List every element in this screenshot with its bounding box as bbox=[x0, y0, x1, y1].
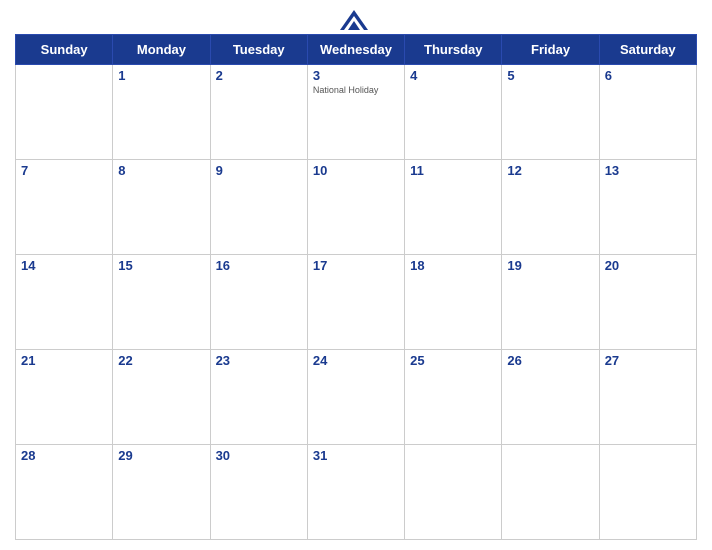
weekday-header-friday: Friday bbox=[502, 35, 599, 65]
calendar-cell bbox=[16, 65, 113, 160]
calendar-cell: 17 bbox=[307, 255, 404, 350]
day-number: 4 bbox=[410, 68, 496, 83]
day-number: 31 bbox=[313, 448, 399, 463]
logo-icon bbox=[340, 10, 368, 30]
calendar-cell: 25 bbox=[405, 350, 502, 445]
calendar-cell: 28 bbox=[16, 445, 113, 540]
day-number: 16 bbox=[216, 258, 302, 273]
weekday-header-thursday: Thursday bbox=[405, 35, 502, 65]
day-number: 29 bbox=[118, 448, 204, 463]
day-number: 30 bbox=[216, 448, 302, 463]
calendar-table: SundayMondayTuesdayWednesdayThursdayFrid… bbox=[15, 34, 697, 540]
calendar-cell: 3 National Holiday bbox=[307, 65, 404, 160]
weekday-header-monday: Monday bbox=[113, 35, 210, 65]
calendar-cell: 31 bbox=[307, 445, 404, 540]
day-number: 13 bbox=[605, 163, 691, 178]
holiday-label: National Holiday bbox=[313, 85, 399, 95]
day-number: 20 bbox=[605, 258, 691, 273]
calendar-cell bbox=[502, 445, 599, 540]
calendar-cell: 27 bbox=[599, 350, 696, 445]
day-number: 2 bbox=[216, 68, 302, 83]
day-number: 27 bbox=[605, 353, 691, 368]
calendar-cell: 2 bbox=[210, 65, 307, 160]
calendar-cell: 23 bbox=[210, 350, 307, 445]
logo bbox=[340, 10, 372, 30]
day-number: 10 bbox=[313, 163, 399, 178]
calendar-cell: 11 bbox=[405, 160, 502, 255]
day-number: 21 bbox=[21, 353, 107, 368]
day-number: 1 bbox=[118, 68, 204, 83]
calendar-cell: 30 bbox=[210, 445, 307, 540]
day-number: 6 bbox=[605, 68, 691, 83]
day-number: 26 bbox=[507, 353, 593, 368]
day-number: 18 bbox=[410, 258, 496, 273]
calendar-cell: 29 bbox=[113, 445, 210, 540]
calendar-cell: 5 bbox=[502, 65, 599, 160]
day-number: 12 bbox=[507, 163, 593, 178]
day-number: 28 bbox=[21, 448, 107, 463]
day-number: 14 bbox=[21, 258, 107, 273]
day-number: 19 bbox=[507, 258, 593, 273]
day-number: 7 bbox=[21, 163, 107, 178]
days-of-week-row: SundayMondayTuesdayWednesdayThursdayFrid… bbox=[16, 35, 697, 65]
calendar-cell: 15 bbox=[113, 255, 210, 350]
week-row-3: 14 15 16 17 18 19 20 bbox=[16, 255, 697, 350]
calendar-cell: 19 bbox=[502, 255, 599, 350]
calendar-cell: 6 bbox=[599, 65, 696, 160]
week-row-5: 28 29 30 31 bbox=[16, 445, 697, 540]
day-number: 11 bbox=[410, 163, 496, 178]
week-row-2: 789 10 11 12 13 bbox=[16, 160, 697, 255]
weekday-header-tuesday: Tuesday bbox=[210, 35, 307, 65]
calendar-cell: 13 bbox=[599, 160, 696, 255]
day-number: 17 bbox=[313, 258, 399, 273]
week-row-4: 21 22 23 24 25 26 27 bbox=[16, 350, 697, 445]
day-number: 9 bbox=[216, 163, 302, 178]
calendar-cell: 21 bbox=[16, 350, 113, 445]
calendar-cell: 10 bbox=[307, 160, 404, 255]
weekday-header-saturday: Saturday bbox=[599, 35, 696, 65]
calendar-cell: 8 bbox=[113, 160, 210, 255]
calendar-cell: 4 bbox=[405, 65, 502, 160]
calendar-cell: 1 bbox=[113, 65, 210, 160]
calendar-cell: 9 bbox=[210, 160, 307, 255]
day-number: 8 bbox=[118, 163, 204, 178]
calendar-cell: 26 bbox=[502, 350, 599, 445]
week-row-1: 123 National Holiday 456 bbox=[16, 65, 697, 160]
weekday-header-wednesday: Wednesday bbox=[307, 35, 404, 65]
calendar-cell: 16 bbox=[210, 255, 307, 350]
day-number: 15 bbox=[118, 258, 204, 273]
weekday-header-sunday: Sunday bbox=[16, 35, 113, 65]
day-number: 3 bbox=[313, 68, 399, 83]
calendar-header bbox=[15, 10, 697, 30]
calendar-cell: 18 bbox=[405, 255, 502, 350]
day-number: 23 bbox=[216, 353, 302, 368]
day-number: 5 bbox=[507, 68, 593, 83]
calendar-cell: 24 bbox=[307, 350, 404, 445]
day-number: 25 bbox=[410, 353, 496, 368]
calendar-cell: 7 bbox=[16, 160, 113, 255]
calendar-cell: 22 bbox=[113, 350, 210, 445]
day-number: 24 bbox=[313, 353, 399, 368]
day-number: 22 bbox=[118, 353, 204, 368]
calendar-cell: 20 bbox=[599, 255, 696, 350]
calendar-cell bbox=[599, 445, 696, 540]
calendar-cell bbox=[405, 445, 502, 540]
calendar-cell: 14 bbox=[16, 255, 113, 350]
calendar-cell: 12 bbox=[502, 160, 599, 255]
